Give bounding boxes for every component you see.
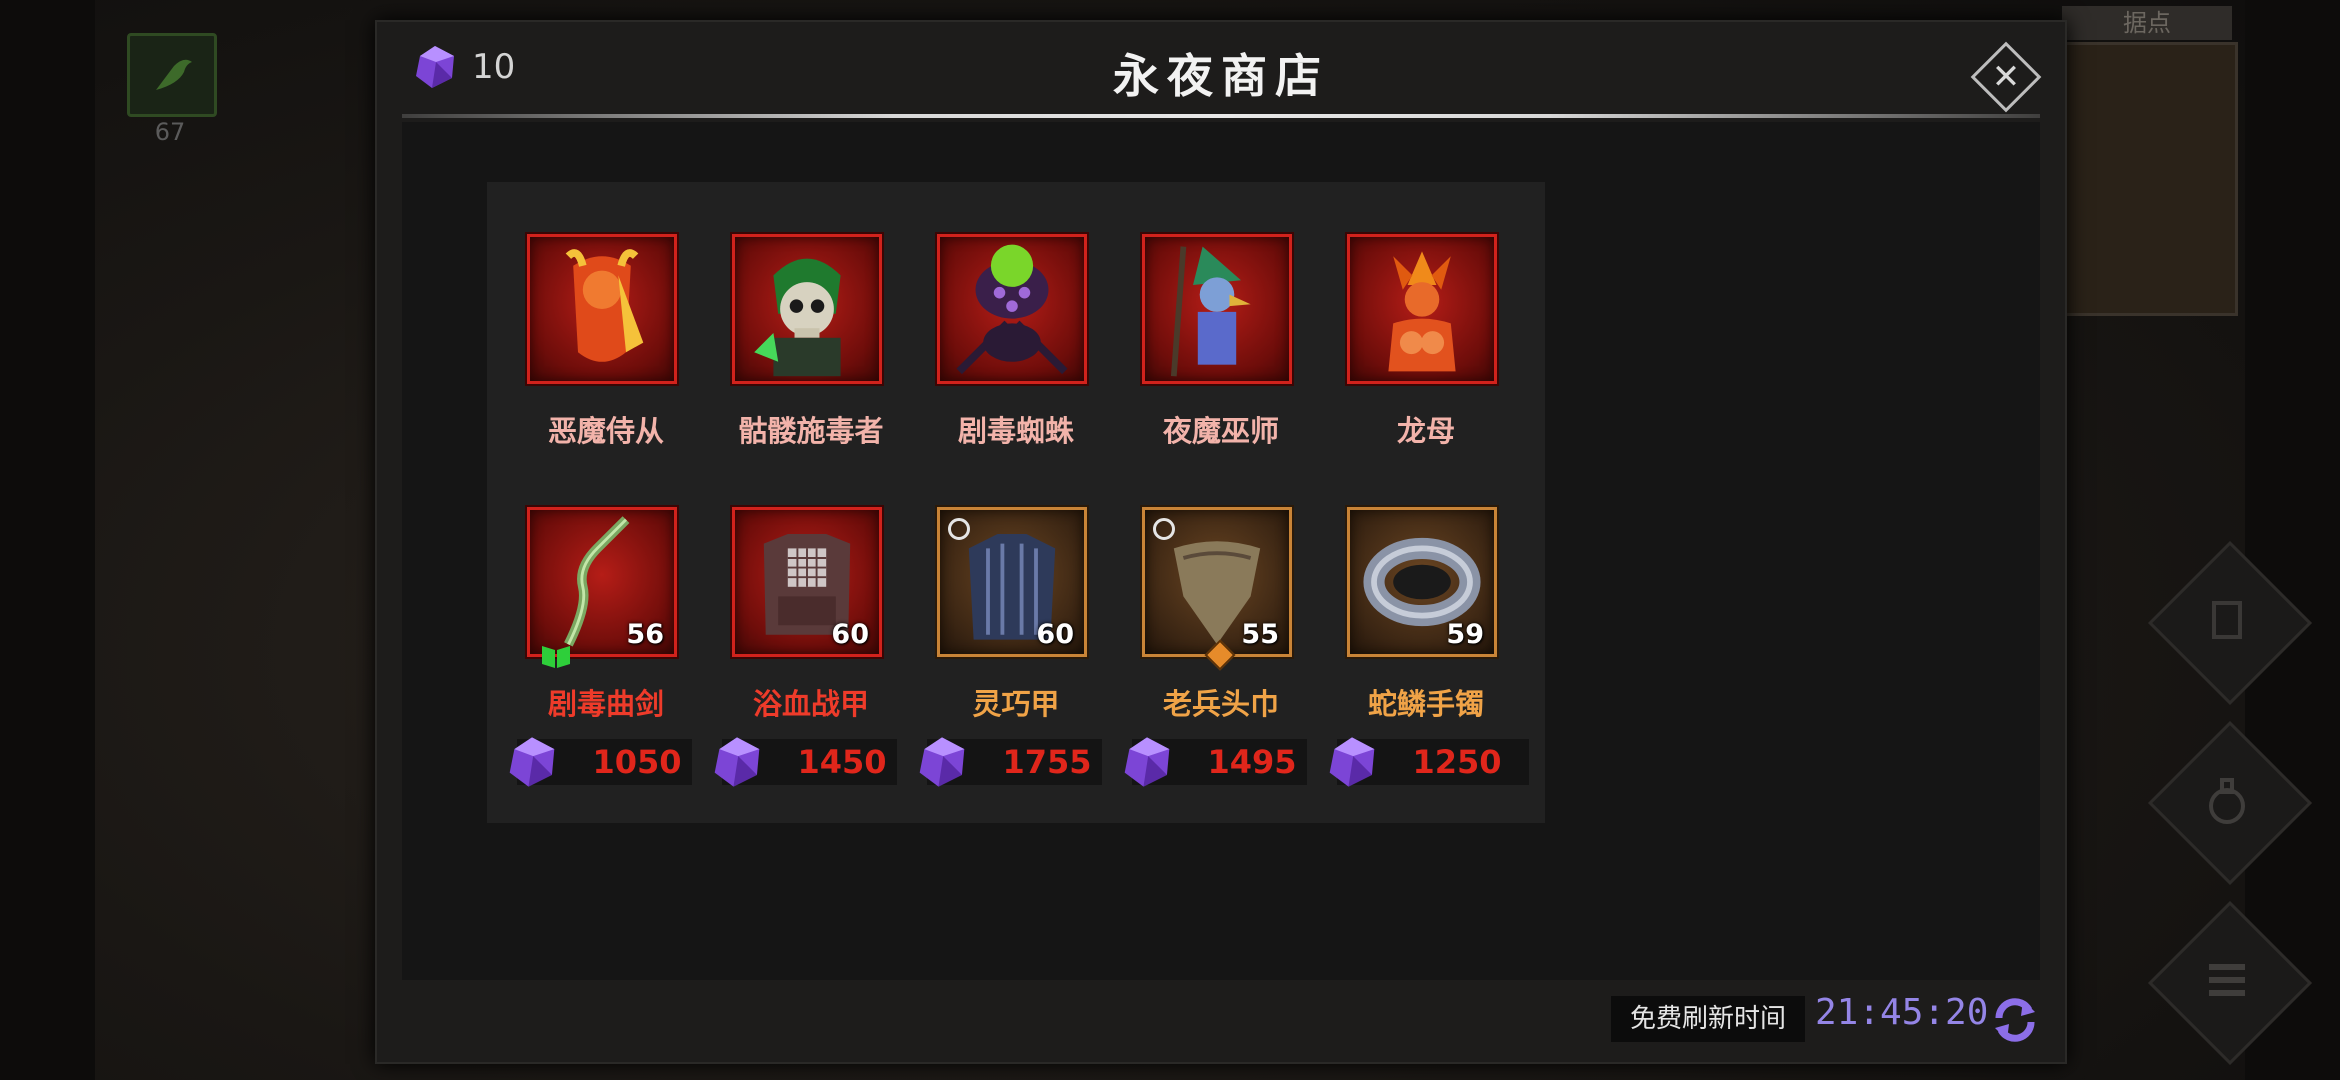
item-level: 56 xyxy=(626,619,664,650)
purple-gem-icon xyxy=(919,737,965,787)
empty-slot-ring-icon xyxy=(948,518,970,540)
scroll-icon xyxy=(2172,565,2282,675)
item-name: 夜魔巫师 xyxy=(1162,414,1279,448)
shop-item-card[interactable]: 56 剧毒曲剑 1050 xyxy=(487,455,725,823)
item-level: 60 xyxy=(1036,619,1074,650)
potion-icon xyxy=(2172,745,2282,855)
shop-title: 永夜商店 xyxy=(1113,49,1329,103)
parrot-badge[interactable] xyxy=(127,33,217,117)
list-icon xyxy=(2172,925,2282,1035)
item-price: 1450 xyxy=(797,743,887,781)
item-portrait xyxy=(732,234,882,384)
item-portrait: 55 xyxy=(1142,507,1292,671)
parrot-badge-count: 67 xyxy=(154,118,186,146)
item-name: 灵巧甲 xyxy=(972,687,1060,721)
item-name: 剧毒蜘蛛 xyxy=(957,414,1074,448)
minimap[interactable] xyxy=(2062,42,2238,316)
item-portrait: 59 xyxy=(1347,507,1497,657)
item-name: 恶魔侍从 xyxy=(547,414,664,448)
item-price-box[interactable]: 1495 xyxy=(1124,737,1324,787)
item-name: 浴血战甲 xyxy=(752,687,869,721)
item-portrait: 56 xyxy=(527,507,677,668)
night-wizard-icon xyxy=(1170,246,1251,377)
refresh-icon xyxy=(1995,998,2035,1042)
item-name: 蛇鳞手镯 xyxy=(1367,687,1484,721)
skeleton-poisoner-icon xyxy=(754,258,841,377)
eternal-night-shop-panel: 10 永夜商店 ✕ 恶魔侍从700骷髅施毒者700剧毒蜘蛛700夜魔巫师700龙… xyxy=(375,20,2067,1064)
free-refresh-label: 免费刷新时间 xyxy=(1611,996,1805,1042)
purple-gem-icon xyxy=(714,737,760,787)
purple-gem-icon xyxy=(1329,737,1375,787)
item-portrait: 60 xyxy=(937,507,1087,657)
item-price-box[interactable]: 1250 xyxy=(1329,737,1529,787)
price-gem xyxy=(710,735,764,793)
toxic-spider-icon xyxy=(956,244,1068,375)
item-portrait: 60 xyxy=(732,507,882,657)
item-name: 骷髅施毒者 xyxy=(738,414,884,448)
refresh-button[interactable] xyxy=(1989,994,2041,1046)
demon-servant-icon xyxy=(565,249,644,362)
header-divider xyxy=(402,114,2040,118)
shop-item-card[interactable]: 55 老兵头巾 1495 xyxy=(1102,455,1340,823)
item-price: 1495 xyxy=(1207,743,1297,781)
close-icon: ✕ xyxy=(1991,57,2021,97)
shop-item-card[interactable]: 59 蛇鳞手镯 1250 xyxy=(1307,455,1545,823)
shop-item-card[interactable]: 60 浴血战甲 1450 xyxy=(692,455,930,823)
item-price: 1250 xyxy=(1412,743,1502,781)
parrot-icon xyxy=(156,59,192,90)
item-name: 龙母 xyxy=(1396,414,1455,448)
item-price-box[interactable]: 1755 xyxy=(919,737,1119,787)
item-portrait xyxy=(527,234,677,384)
item-price: 1050 xyxy=(592,743,682,781)
item-level: 55 xyxy=(1241,619,1279,650)
price-gem xyxy=(505,735,559,793)
item-name: 剧毒曲剑 xyxy=(547,687,664,721)
item-portrait xyxy=(1347,234,1497,384)
item-price-box[interactable]: 1450 xyxy=(714,737,914,787)
shop-item-card[interactable]: 60 灵巧甲 1755 xyxy=(897,455,1135,823)
refresh-timer: 21:45:20 xyxy=(1815,992,1989,1033)
purple-gem-icon xyxy=(509,737,555,787)
item-price: 1755 xyxy=(1002,743,1092,781)
item-level: 60 xyxy=(831,619,869,650)
shop-item-grid: 恶魔侍从700骷髅施毒者700剧毒蜘蛛700夜魔巫师700龙母300056剧毒曲… xyxy=(402,122,2040,980)
price-gem xyxy=(1325,735,1379,793)
dragon-mother-icon xyxy=(1388,251,1456,372)
price-gem xyxy=(1120,735,1174,793)
item-portrait xyxy=(937,234,1087,384)
minimap-title[interactable]: 据点 xyxy=(2062,6,2232,40)
close-button[interactable]: ✕ xyxy=(1970,41,2042,113)
item-name: 老兵头巾 xyxy=(1162,687,1279,721)
item-portrait xyxy=(1142,234,1292,384)
purple-gem-icon xyxy=(1124,737,1170,787)
item-price-box[interactable]: 1050 xyxy=(509,737,709,787)
price-gem xyxy=(915,735,969,793)
item-level: 59 xyxy=(1446,619,1484,650)
empty-slot-ring-icon xyxy=(1153,518,1175,540)
